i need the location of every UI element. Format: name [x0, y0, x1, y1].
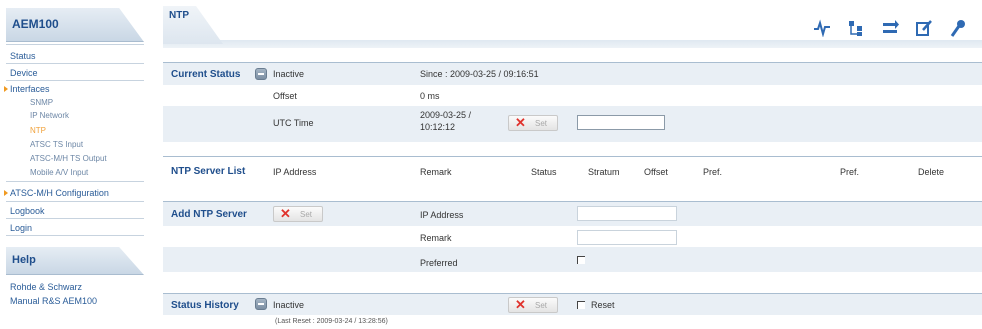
divider: [6, 63, 144, 64]
column-header-delete: Delete: [918, 167, 945, 177]
status-history-label: Status History: [171, 300, 239, 311]
reset-checkbox[interactable]: [577, 301, 585, 309]
column-header-pref-2: Pref.: [840, 167, 860, 177]
sidebar-subitem-ntp[interactable]: NTP: [30, 126, 46, 135]
close-icon: ✕: [515, 115, 526, 130]
help-link-rohde-schwarz[interactable]: Rohde & Schwarz: [10, 282, 82, 292]
column-header-status: Status: [531, 167, 557, 177]
divider: [6, 218, 144, 219]
remark-row: Remark: [163, 226, 982, 247]
utc-time-label: UTC Time: [273, 118, 314, 128]
add-ntp-server-label: Add NTP Server: [171, 209, 247, 220]
divider: [6, 80, 144, 81]
sidebar-item-interfaces[interactable]: Interfaces: [10, 84, 50, 94]
sidebar-item-atsc-mh-configuration[interactable]: ATSC-M/H Configuration: [10, 188, 109, 198]
sidebar-subitem-snmp[interactable]: SNMP: [30, 98, 53, 107]
settings-icon[interactable]: [948, 18, 968, 38]
divider: [6, 235, 144, 236]
sidebar-subitem-atsc-ts-input[interactable]: ATSC TS Input: [30, 140, 83, 149]
add-server-set-button[interactable]: ✕ Set: [273, 206, 323, 222]
status-indicator-icon: [255, 68, 267, 80]
reset-label: Reset: [591, 300, 615, 310]
sidebar-subitem-atsc-mh-ts-output[interactable]: ATSC-M/H TS Output: [30, 154, 107, 163]
preferred-checkbox[interactable]: [577, 256, 585, 264]
sidebar-item-status[interactable]: Status: [10, 51, 36, 61]
sidebar-subitem-mobile-av-input[interactable]: Mobile A/V Input: [30, 168, 88, 177]
preferred-row: Preferred: [163, 247, 982, 272]
sidebar-subitem-ip-network[interactable]: IP Network: [30, 111, 69, 120]
divider: [6, 201, 144, 202]
ip-address-label: IP Address: [420, 210, 464, 220]
column-header-pref: Pref.: [703, 167, 723, 177]
sidebar-item-logbook[interactable]: Logbook: [10, 206, 45, 216]
last-reset-row: (Last Reset : 2009-03-24 / 13:28:56): [163, 315, 982, 329]
status-history-set-button[interactable]: ✕ Set: [508, 297, 558, 313]
utc-time-value-date: 2009-03-25 /: [420, 110, 472, 120]
sidebar-item-device[interactable]: Device: [10, 68, 38, 78]
toolbar: [812, 18, 968, 38]
ip-address-input[interactable]: [577, 206, 677, 221]
ntp-server-list-label: NTP Server List: [171, 166, 246, 177]
utc-time-input[interactable]: [577, 115, 665, 130]
set-utc-time-button[interactable]: ✕ Set: [508, 115, 558, 131]
offset-row: Offset 0 ms: [163, 85, 982, 106]
sidebar-title-tab: AEM100: [6, 8, 144, 42]
close-icon: ✕: [280, 206, 291, 221]
remark-label: Remark: [420, 233, 452, 243]
current-status-since: Since : 2009-03-25 / 09:16:51: [420, 69, 539, 79]
current-status-state: Inactive: [273, 69, 305, 79]
status-indicator-icon: [255, 298, 267, 310]
help-link-manual[interactable]: Manual R&S AEM100: [10, 296, 97, 306]
add-ntp-server-row: Add NTP Server ✕ Set IP Address: [163, 201, 982, 226]
help-title: Help: [12, 254, 36, 266]
help-tab: Help: [6, 247, 144, 275]
transfer-icon[interactable]: [880, 18, 900, 38]
utc-time-value-time: 10:12:12: [420, 122, 456, 132]
preferred-label: Preferred: [420, 258, 458, 268]
set-button-label: Set: [535, 119, 548, 128]
page-header: NTP: [163, 0, 982, 48]
column-header-ip-address: IP Address: [273, 167, 317, 177]
remark-input[interactable]: [577, 230, 677, 245]
status-history-row: Status History Inactive ✕ Set Reset: [163, 293, 982, 315]
ntp-server-list-header: NTP Server List IP Address Remark Status…: [163, 156, 982, 186]
close-icon: ✕: [515, 297, 526, 312]
divider: [6, 181, 144, 182]
tab-ntp: NTP: [163, 6, 223, 44]
sidebar-item-login[interactable]: Login: [10, 223, 32, 233]
divider: [6, 44, 144, 45]
last-reset-text: (Last Reset : 2009-03-24 / 13:28:56): [275, 318, 388, 325]
edit-icon[interactable]: [914, 18, 934, 38]
set-button-label: Set: [535, 301, 548, 310]
page-title: NTP: [169, 10, 189, 21]
device-title: AEM100: [12, 17, 59, 31]
sidebar: AEM100 Status Device Interfaces SNMP IP …: [0, 0, 150, 329]
set-button-label: Set: [300, 210, 313, 219]
signal-icon[interactable]: [812, 18, 832, 38]
utc-time-row: UTC Time 2009-03-25 / 10:12:12 ✕ Set: [163, 106, 982, 142]
column-header-remark: Remark: [420, 167, 452, 177]
tree-icon[interactable]: [846, 18, 866, 38]
expand-arrow-icon: [4, 86, 8, 92]
offset-value: 0 ms: [420, 91, 440, 101]
column-header-stratum: Stratum: [588, 167, 620, 177]
expand-arrow-icon: [4, 190, 8, 196]
status-history-state: Inactive: [273, 300, 305, 310]
offset-label: Offset: [273, 91, 297, 101]
current-status-row: Current Status Inactive Since : 2009-03-…: [163, 62, 982, 85]
header-bar: [163, 40, 982, 48]
column-header-offset: Offset: [644, 167, 668, 177]
current-status-label: Current Status: [171, 69, 241, 80]
